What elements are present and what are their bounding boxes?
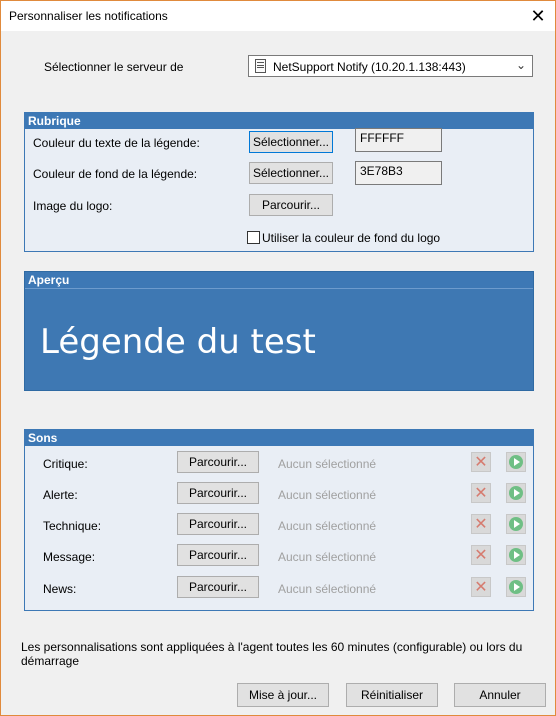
sound-value: Aucun sélectionné (278, 457, 377, 471)
sound-row-label: Critique: (43, 457, 88, 471)
sound-row-label: Alerte: (43, 488, 78, 502)
text-color-field[interactable]: FFFFFF (355, 128, 442, 152)
preview-panel: Aperçu Légende du test (24, 271, 534, 391)
text-color-label: Couleur du texte de la légende: (33, 136, 200, 150)
clear-sound-icon[interactable]: ✕ (471, 483, 491, 503)
preview-header: Aperçu (25, 272, 533, 289)
server-label: Sélectionner le serveur de (44, 60, 184, 74)
select-bg-color-button[interactable]: Sélectionner... (249, 162, 333, 184)
sound-row-label: Message: (43, 550, 96, 564)
chevron-down-icon: ⌄ (515, 58, 526, 72)
play-sound-icon[interactable] (506, 452, 526, 472)
bg-color-field[interactable]: 3E78B3 (355, 161, 442, 185)
preview-caption: Légende du test (40, 322, 316, 362)
title-bar: Personnaliser les notifications ✕ (1, 1, 555, 31)
use-logo-bg-checkbox[interactable] (247, 231, 260, 244)
play-sound-icon[interactable] (506, 577, 526, 597)
browse-sound-button[interactable]: Parcourir... (177, 544, 259, 566)
sound-value: Aucun sélectionné (278, 488, 377, 502)
update-button[interactable]: Mise à jour... (237, 683, 329, 707)
play-sound-icon[interactable] (506, 545, 526, 565)
logo-image-label: Image du logo: (33, 199, 113, 213)
sound-row-label: Technique: (43, 519, 102, 533)
reset-button[interactable]: Réinitialiser (346, 683, 438, 707)
sound-value: Aucun sélectionné (278, 582, 377, 596)
use-logo-bg-label: Utiliser la couleur de fond du logo (262, 231, 441, 245)
sound-value: Aucun sélectionné (278, 519, 377, 533)
play-sound-icon[interactable] (506, 483, 526, 503)
clear-sound-icon[interactable]: ✕ (471, 452, 491, 472)
cancel-button[interactable]: Annuler (454, 683, 546, 707)
footer-note: Les personnalisations sont appliquées à … (21, 640, 523, 668)
server-icon (255, 59, 266, 73)
rubrique-header: Rubrique (25, 113, 533, 129)
close-icon[interactable]: ✕ (521, 1, 555, 31)
browse-logo-button[interactable]: Parcourir... (249, 194, 333, 216)
select-text-color-button[interactable]: Sélectionner... (249, 131, 333, 153)
server-select-value: NetSupport Notify (10.20.1.138:443) (273, 60, 466, 74)
window-title: Personnaliser les notifications (9, 9, 168, 23)
sound-value: Aucun sélectionné (278, 550, 377, 564)
browse-sound-button[interactable]: Parcourir... (177, 576, 259, 598)
notification-settings-window: Personnaliser les notifications ✕ Sélect… (0, 0, 556, 716)
browse-sound-button[interactable]: Parcourir... (177, 482, 259, 504)
bg-color-label: Couleur de fond de la légende: (33, 167, 198, 181)
sounds-header: Sons (25, 430, 533, 446)
browse-sound-button[interactable]: Parcourir... (177, 451, 259, 473)
clear-sound-icon[interactable]: ✕ (471, 545, 491, 565)
play-sound-icon[interactable] (506, 514, 526, 534)
server-select[interactable]: NetSupport Notify (10.20.1.138:443) ⌄ (248, 55, 533, 77)
sound-row-label: News: (43, 582, 77, 596)
clear-sound-icon[interactable]: ✕ (471, 577, 491, 597)
browse-sound-button[interactable]: Parcourir... (177, 513, 259, 535)
clear-sound-icon[interactable]: ✕ (471, 514, 491, 534)
